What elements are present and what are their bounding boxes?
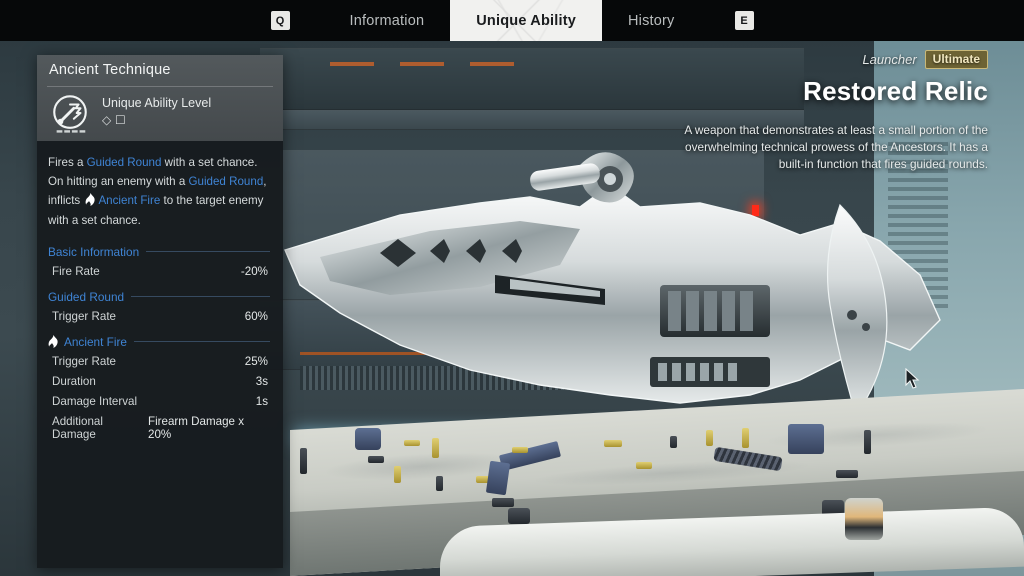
stat-label: Damage Interval [52,394,138,408]
desc-line2-b: , [263,175,267,189]
bench-part [368,456,384,463]
desc-keyword-guided-round: Guided Round [188,175,264,189]
bench-shell [742,428,749,448]
tab-information-label: Information [349,12,425,29]
ancient-fire-icon [86,193,96,207]
stat-row: Additional Damage Firearm Damage x 20% [48,411,270,444]
ability-level-value: ◇ ☐ [102,113,126,127]
stat-value: 25% [244,354,268,368]
stat-row: Duration 3s [48,371,270,391]
desc-keyword-ancient-fire: Ancient Fire [98,194,161,208]
bench-part [508,508,530,524]
next-tab-key-e[interactable]: E [734,11,754,30]
desc-keyword-guided-round: Guided Round [86,156,162,169]
stat-row: Fire Rate -20% [48,261,270,281]
section-rule [131,296,270,298]
tab-unique-ability-label: Unique Ability [476,12,576,29]
stat-label: Duration [52,374,96,388]
tab-history-label: History [627,12,675,29]
ability-stats: Basic Information Fire Rate -20% Guided … [48,245,270,444]
bench-part [864,430,871,454]
section-label-ancient-fire: Ancient Fire [48,335,127,349]
ability-description: Fires a Guided Round with a set chance. … [48,153,270,230]
bench-part [492,498,514,507]
weapon-meta-row: Launcher Ultimate [658,50,988,69]
tab-information[interactable]: Information [324,0,451,41]
section-rule [133,341,270,343]
wall-stripe [470,62,514,66]
bench-shell [512,447,528,453]
desc-line1-b: with a set chance. [161,156,258,169]
bench-shell [404,440,420,446]
stat-value: 60% [244,309,268,323]
desc-line4: with a set chance. [48,213,141,227]
mouse-cursor [905,368,920,389]
section-label-guided-round: Guided Round [48,289,125,304]
bench-shell [394,466,401,483]
bench-part [836,470,858,478]
bench-canister [845,498,883,540]
bench-part [670,436,677,448]
prev-tab-key-q[interactable]: Q [270,11,290,30]
stat-label: Trigger Rate [52,354,117,368]
ability-panel-header: Ancient Technique Unique Ability Level ◇… [37,55,283,141]
stat-value: -20% [240,264,268,278]
rarity-badge: Ultimate [924,50,988,69]
stat-value: 1s [255,394,268,408]
weapon-name: Restored Relic [803,76,988,106]
bench-part [355,428,381,450]
stat-section-header: Basic Information [48,245,270,259]
desc-line2-a: On hitting an enemy with a [48,175,189,189]
ancient-technique-icon [53,95,87,133]
game-screen: Q Information Unique Ability History E A… [0,0,1024,576]
stat-row: Trigger Rate 25% [48,351,270,371]
ability-level-block: Unique Ability Level ◇ ☐ [102,93,211,135]
bench-shell [604,440,622,447]
stat-section-header: Ancient Fire [48,335,270,349]
stat-label: Additional Damage [52,414,103,441]
desc-line3-a: inflicts [48,194,81,208]
unique-ability-panel: Ancient Technique Unique Ability Level ◇… [37,55,283,568]
bench-part [436,476,443,491]
desc-line1-a: Fires a [48,156,87,169]
bench-part [788,424,824,454]
section-label-basic-information: Basic Information [48,244,140,259]
bench-shell [706,430,713,446]
stat-label: Trigger Rate [52,309,117,323]
weapon-description: A weapon that demonstrates at least a sm… [684,123,988,171]
stat-value: 3s [255,374,268,388]
ability-summary-row: Unique Ability Level ◇ ☐ [49,93,211,135]
wall-stripe [330,62,374,66]
tab-bar: Q Information Unique Ability History E [0,0,1024,41]
stat-section-header: Guided Round [48,290,270,304]
ability-level-label: Unique Ability Level [102,96,212,110]
top-navigation-bar: Q Information Unique Ability History E [0,0,1024,41]
stat-row: Trigger Rate 60% [48,306,270,326]
bench-shell [636,462,652,469]
tab-history[interactable]: History [602,0,701,41]
header-divider [47,86,273,87]
ability-title: Ancient Technique [49,62,171,78]
stat-value: Firearm Damage x 20% [148,414,245,441]
section-rule [146,251,270,253]
section-title-text: Ancient Fire [64,334,127,349]
stat-label: Fire Rate [52,264,100,278]
weapon-info-panel: Launcher Ultimate Restored Relic A weapo… [658,50,988,173]
ancient-fire-icon [48,335,58,349]
wall-stripe [400,62,444,66]
desc-line3-b: to the target enemy [160,194,264,208]
tab-unique-ability[interactable]: Unique Ability [450,0,602,41]
ability-panel-body: Fires a Guided Round with a set chance. … [37,141,283,444]
bench-shell [432,438,439,458]
weapon-class: Launcher [862,52,917,67]
stat-row: Damage Interval 1s [48,391,270,411]
bench-part [300,448,307,474]
